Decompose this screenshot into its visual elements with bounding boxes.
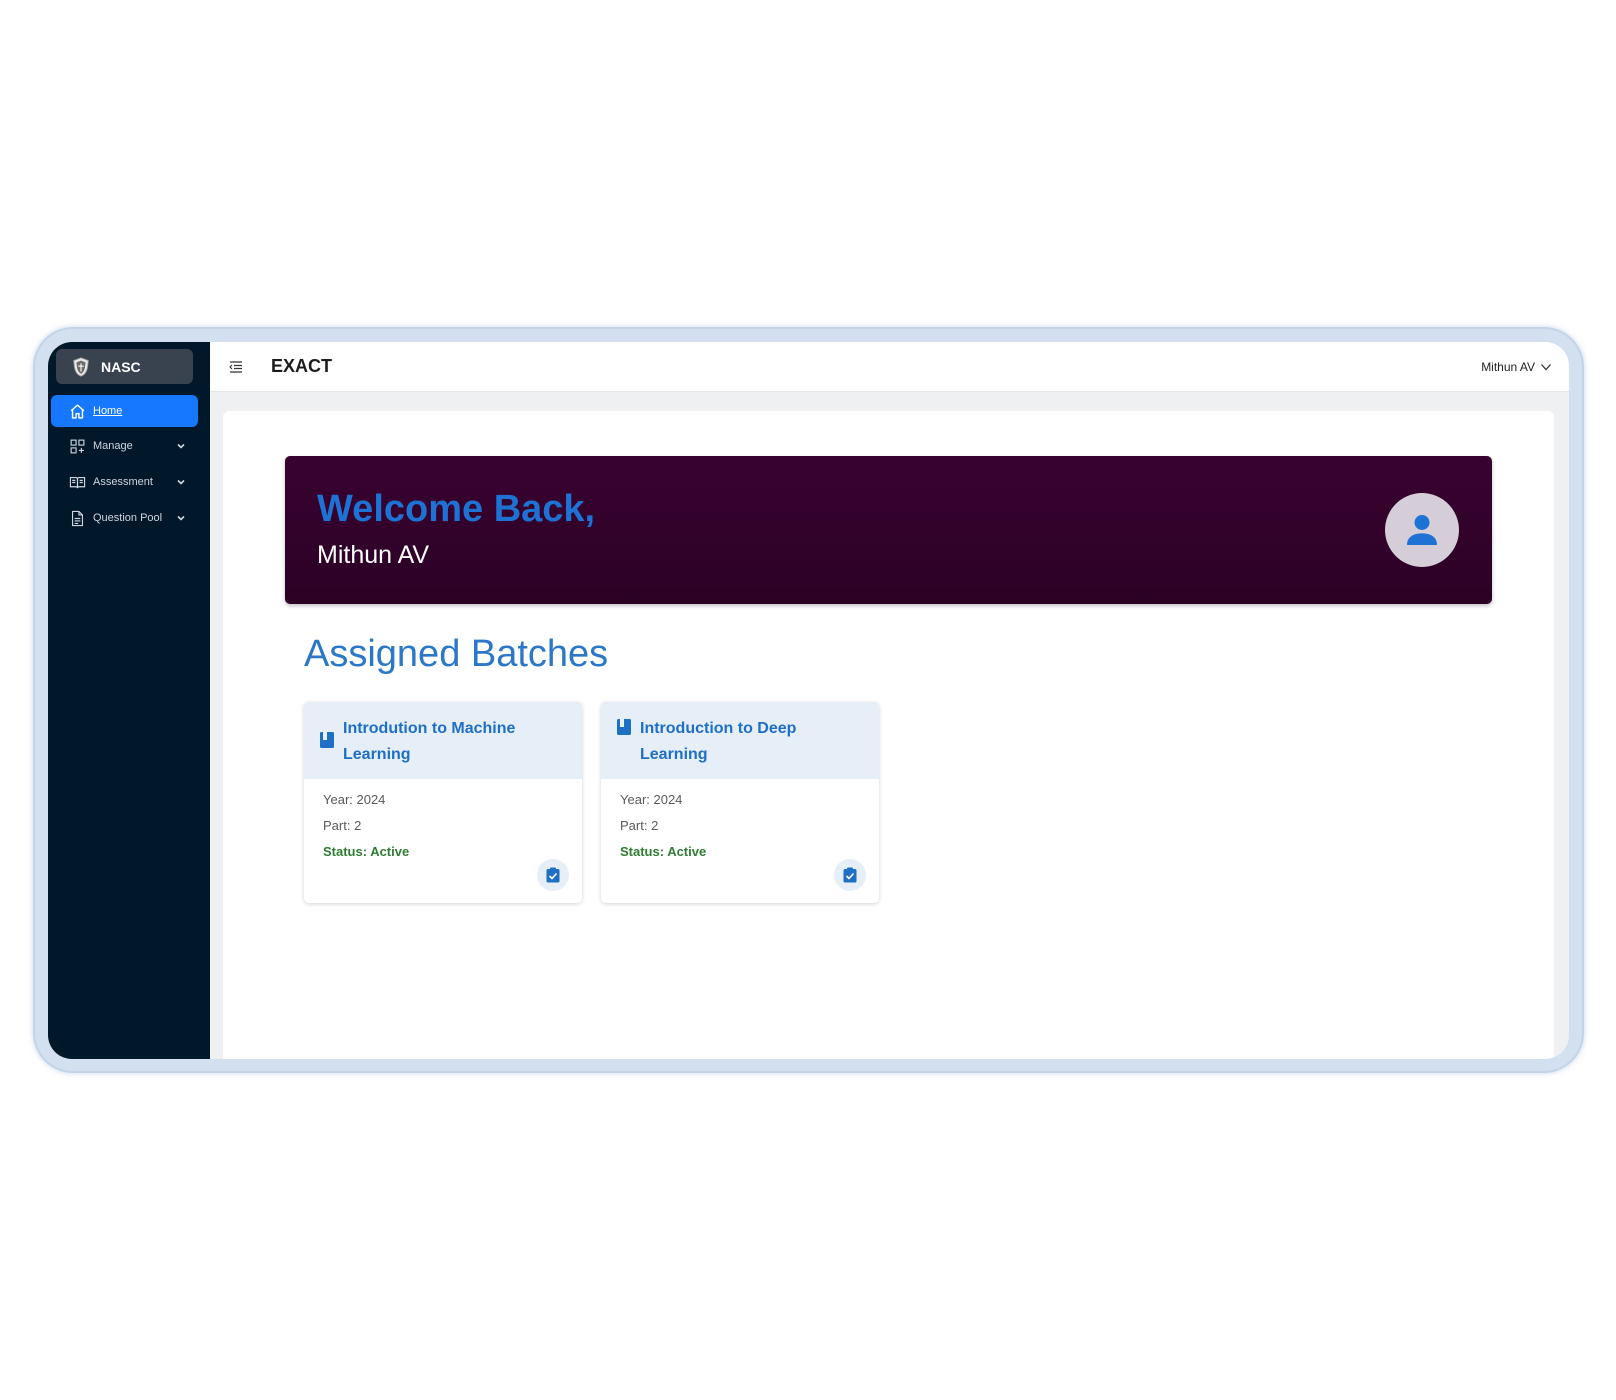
chevron-down-icon: [177, 443, 185, 449]
batch-card[interactable]: Introdution to Machine Learning Year: 20…: [304, 702, 582, 903]
batch-status: Status: Active: [323, 844, 410, 859]
sidebar-item-question-pool[interactable]: Question Pool: [51, 502, 198, 534]
user-name: Mithun AV: [1481, 359, 1535, 374]
batch-name: Introdution to Machine Learning: [343, 720, 516, 763]
book-open-icon: [69, 476, 86, 488]
batch-year: Year: 2024: [323, 792, 386, 807]
app-window: NASC Home Manage Assessment Question Poo…: [48, 342, 1569, 1059]
welcome-user-name: Mithun AV: [317, 541, 430, 569]
open-batch-button[interactable]: [537, 859, 569, 891]
batch-card[interactable]: Introduction to Deep Learning Year: 2024…: [601, 702, 879, 903]
chevron-down-icon: [177, 515, 185, 521]
main-area: EXACT Mithun AV Welcome Back, Mithun AV …: [210, 342, 1569, 1059]
batch-name: Introduction to Deep Learning: [640, 720, 797, 763]
batch-part: Part: 2: [620, 818, 659, 833]
book-icon: [320, 732, 334, 748]
open-batch-button[interactable]: [834, 859, 866, 891]
content-card: Welcome Back, Mithun AV Assigned Batches: [223, 411, 1554, 1059]
book-icon: [617, 719, 631, 735]
welcome-title: Welcome Back,: [317, 488, 596, 530]
section-title: Assigned Batches: [304, 633, 609, 675]
clipboard-check-icon: [546, 867, 560, 883]
batch-part: Part: 2: [323, 818, 362, 833]
app-title: EXACT: [271, 356, 333, 376]
shield-logo-icon: [73, 356, 89, 377]
sidebar-item-label: Question Pool: [93, 512, 163, 524]
menu-fold-icon[interactable]: [229, 360, 243, 374]
file-icon: [71, 510, 84, 526]
brand[interactable]: NASC: [56, 349, 193, 384]
batch-card-header: Introduction to Deep Learning: [601, 702, 879, 779]
dashboard-icon: [70, 439, 85, 453]
batch-card-body: Year: 2024 Part: 2 Status: Active: [601, 779, 879, 873]
welcome-banner: Welcome Back, Mithun AV: [285, 456, 1492, 604]
batch-card-body: Year: 2024 Part: 2 Status: Active: [304, 779, 582, 873]
sidebar-item-label: Assessment: [93, 476, 153, 488]
home-icon: [70, 403, 85, 419]
batch-card-header: Introdution to Machine Learning: [304, 702, 582, 779]
top-bar: EXACT Mithun AV: [210, 342, 1569, 392]
batch-year: Year: 2024: [620, 792, 683, 807]
avatar[interactable]: [1385, 493, 1459, 567]
brand-name: NASC: [101, 358, 141, 375]
user-menu[interactable]: Mithun AV: [1481, 342, 1552, 391]
chevron-down-icon: [1541, 363, 1551, 370]
batch-status: Status: Active: [620, 844, 707, 859]
sidebar-item-label: Home: [93, 405, 123, 417]
clipboard-check-icon: [843, 867, 857, 883]
user-icon: [1407, 515, 1437, 545]
sidebar-item-assessment[interactable]: Assessment: [51, 466, 198, 498]
sidebar-item-manage[interactable]: Manage: [51, 430, 198, 462]
sidebar-item-label: Manage: [93, 440, 133, 452]
sidebar-item-home[interactable]: Home: [51, 395, 198, 427]
chevron-down-icon: [177, 479, 185, 485]
sidebar: NASC Home Manage Assessment Question Poo…: [48, 342, 210, 1059]
